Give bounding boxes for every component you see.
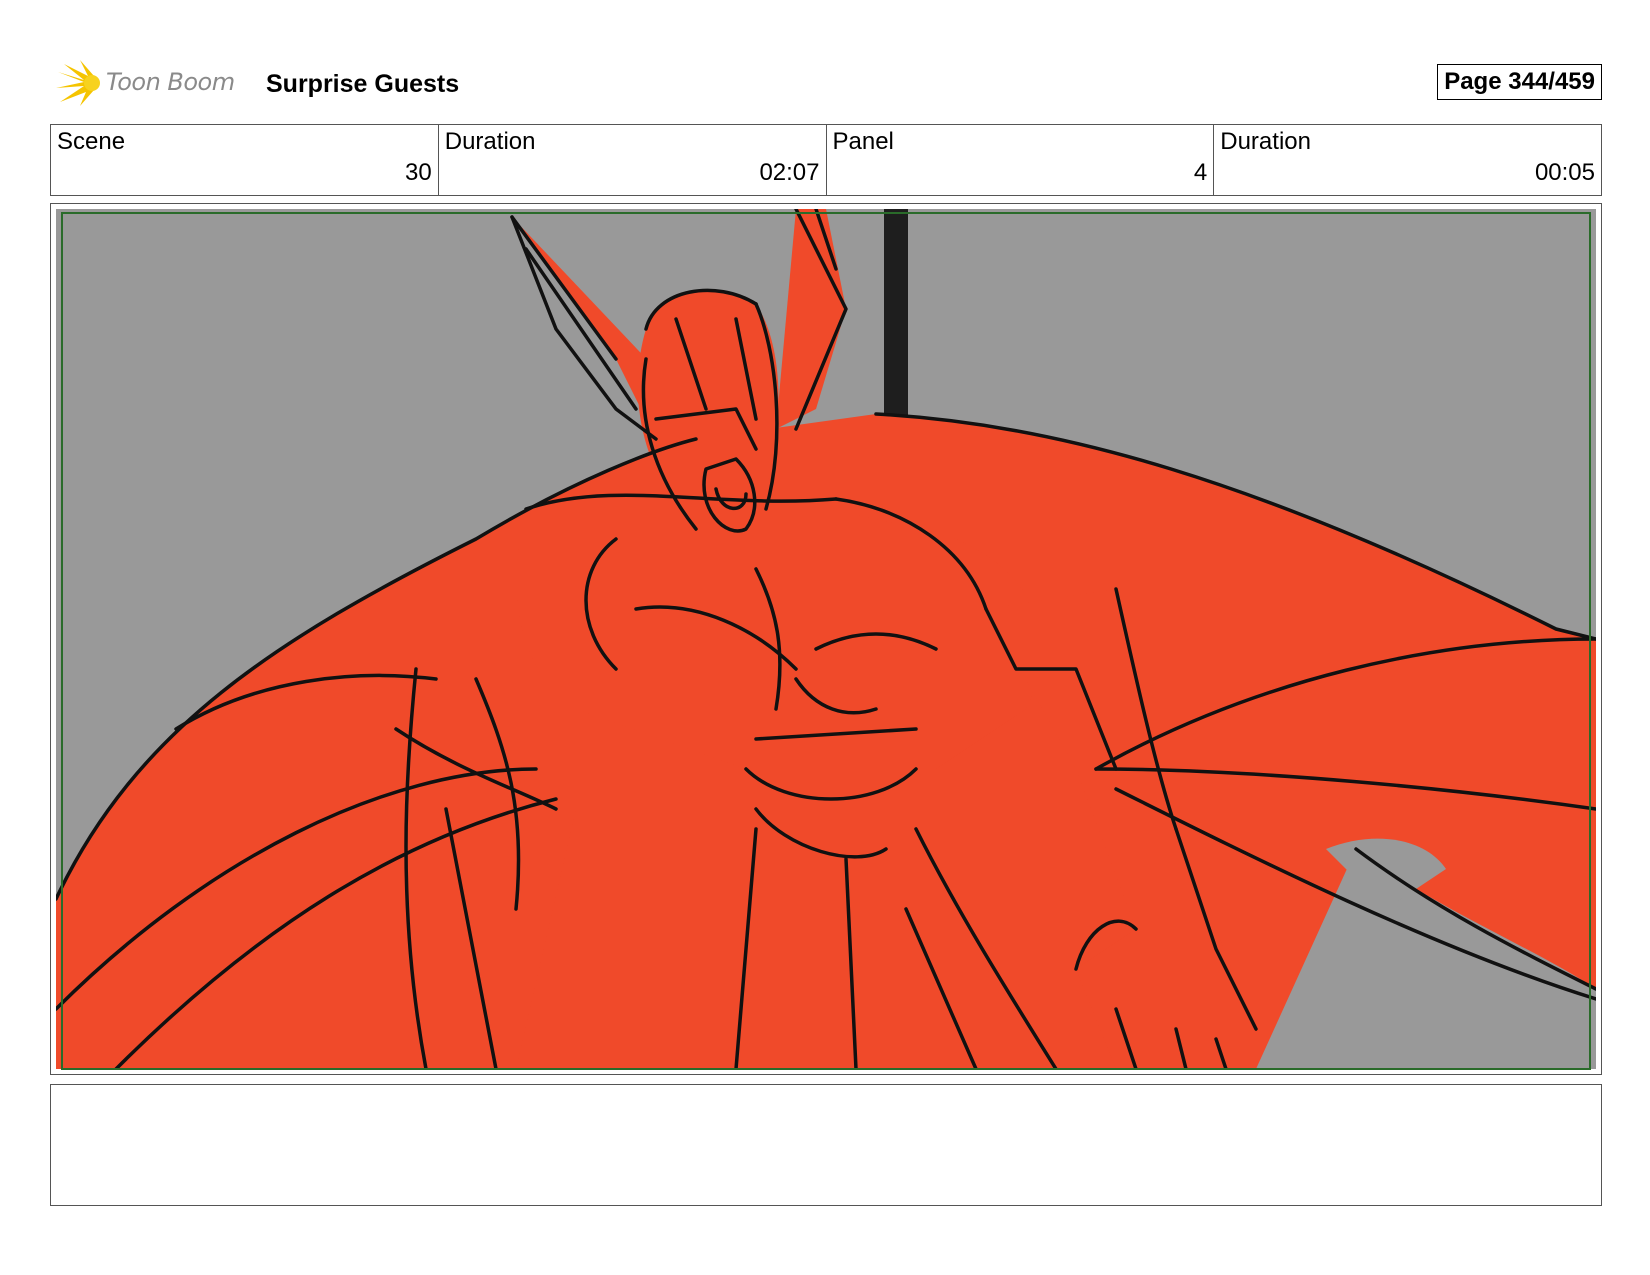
flame-burst-icon	[56, 60, 100, 106]
panel-duration-value: 00:05	[1534, 159, 1595, 186]
scene-duration-label: Duration	[444, 128, 536, 155]
panel-notes-box	[50, 1084, 1602, 1206]
scene-duration-value: 02:07	[759, 159, 820, 186]
panel-info-table: Scene 30 Duration 02:07 Panel 4 Duration…	[50, 124, 1602, 196]
scene-value: 30	[405, 159, 432, 186]
scene-label: Scene	[57, 128, 126, 155]
storyboard-panel	[50, 203, 1602, 1075]
page-header: Toon Boom Surprise Guests Page 344/459	[50, 58, 1602, 110]
page-counter: Page 344/459	[1437, 64, 1602, 100]
panel-duration-cell: Duration 00:05	[1214, 125, 1601, 195]
toon-boom-logo: Toon Boom	[54, 58, 254, 110]
storyboard-sketch-bat-demon	[56, 209, 1596, 1069]
panel-label: Panel	[832, 128, 894, 155]
panel-cell: Panel 4	[827, 125, 1215, 195]
panel-duration-label: Duration	[1220, 128, 1311, 155]
scene-cell: Scene 30	[51, 125, 439, 195]
panel-value: 4	[1193, 159, 1208, 186]
logo-text: Toon Boom	[106, 68, 235, 96]
project-title: Surprise Guests	[266, 70, 460, 98]
scene-duration-cell: Duration 02:07	[439, 125, 827, 195]
